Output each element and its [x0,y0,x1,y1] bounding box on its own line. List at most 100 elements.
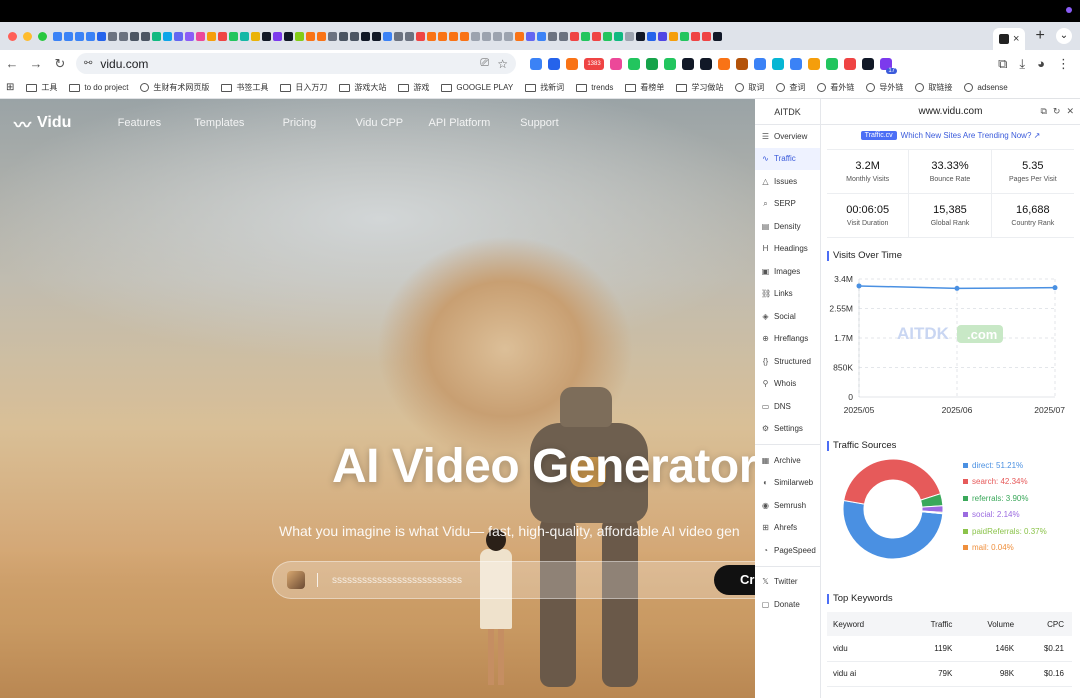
pinned-tab-favicon-icon[interactable] [339,31,348,41]
pinned-tab-favicon-icon[interactable] [460,31,469,41]
pinned-tab-favicon-icon[interactable] [251,31,260,41]
apps-grid-icon[interactable]: ⊞ [6,82,14,93]
extension-icon[interactable] [844,57,856,70]
extension-icon[interactable] [826,57,838,70]
sidebar-item-hreflangs[interactable]: ⊕ Hreflangs [755,328,820,351]
pinned-tab-favicon-icon[interactable] [691,31,700,41]
new-tab-button[interactable]: + [1035,27,1044,45]
pinned-tab-favicon-icon[interactable] [537,31,546,41]
pinned-tab-favicon-icon[interactable] [317,31,326,41]
pinned-tab-favicon-icon[interactable] [383,31,392,41]
extensions-puzzle-icon[interactable]: ⧉ [998,56,1007,72]
pinned-tab-favicon-icon[interactable] [449,31,458,41]
pinned-tab-favicon-icon[interactable] [130,31,139,41]
pinned-tab-favicon-icon[interactable] [526,31,535,41]
sidebar-item-headings[interactable]: H Headings [755,238,820,261]
bookmark-item[interactable]: 游戏 [398,82,429,93]
bookmark-item[interactable]: 学习做站 [676,82,723,93]
pinned-tab-favicon-icon[interactable] [75,31,84,41]
sidebar-item-images[interactable]: ▣ Images [755,260,820,283]
pinned-tab-favicon-icon[interactable] [196,31,205,41]
sidebar-item-structured[interactable]: {} Structured [755,350,820,373]
pinned-tab-favicon-icon[interactable] [405,31,414,41]
pinned-tab-favicon-icon[interactable] [108,31,117,41]
bookmark-item[interactable]: 导外链 [866,82,903,93]
pinned-tab-favicon-icon[interactable] [515,31,524,41]
pinned-tab-favicon-icon[interactable] [273,31,282,41]
extension-icon[interactable] [566,57,578,70]
sidebar-item-whois[interactable]: ⚲ Whois [755,373,820,396]
pinned-tab-favicon-icon[interactable] [240,31,249,41]
pinned-tab-favicon-icon[interactable] [152,31,161,41]
extension-icon[interactable] [862,57,874,70]
pinned-tab-favicon-icon[interactable] [625,31,634,41]
sidebar-item-traffic[interactable]: ∿ Traffic [755,147,820,170]
extension-icon[interactable] [808,57,820,70]
promo-banner[interactable]: Traffic.cv Which New Sites Are Trending … [821,125,1080,145]
sidebar-item-dns[interactable]: ▭ DNS [755,395,820,418]
pinned-tab-favicon-icon[interactable] [284,31,293,41]
active-tab[interactable]: × [993,28,1026,50]
pinned-tab-favicon-icon[interactable] [218,31,227,41]
sidebar-item-links[interactable]: ⛓ Links [755,283,820,306]
pinned-tab-favicon-icon[interactable] [372,31,381,41]
pinned-tab-favicon-icon[interactable] [174,31,183,41]
bookmark-item[interactable]: 工具 [26,82,57,93]
pinned-tab-favicon-icon[interactable] [592,31,601,41]
profile-avatar-icon[interactable]: ◕ [1037,56,1045,71]
pinned-tab-favicon-icon[interactable] [636,31,645,41]
site-nav-link[interactable]: Templates [179,117,259,129]
keywords-column-header[interactable]: Traffic [907,612,961,636]
tab-close-icon[interactable]: × [1013,33,1019,45]
pinned-tab-favicon-icon[interactable] [64,31,73,41]
sidebar-item-density[interactable]: ▤ Density [755,215,820,238]
pinned-tab-favicon-icon[interactable] [482,31,491,41]
pinned-tab-favicon-icon[interactable] [53,31,62,41]
bookmark-item[interactable]: 看外链 [817,82,854,93]
extension-icon[interactable] [628,57,640,70]
sidebar-item-overview[interactable]: ☰ Overview [755,125,820,148]
site-nav-link[interactable]: Support [499,117,579,129]
sidebar-item-serp[interactable]: ⌕ SERP [755,193,820,216]
keywords-column-header[interactable]: Keyword [827,612,908,636]
refresh-icon[interactable]: ↻ [1053,106,1061,117]
site-nav-link[interactable]: Pricing [259,117,339,129]
more-menu-icon[interactable]: ⋮ [1057,56,1070,72]
bookmark-item[interactable]: 日入万刀 [280,82,327,93]
sidebar-item-pagespeed[interactable]: ◔ PageSpeed [755,539,820,562]
extension-icon[interactable]: 17 [880,57,897,74]
site-nav-link[interactable]: Vidu CPP [339,117,419,129]
table-row[interactable]: vidu 119K 146K $0.21 [827,636,1072,662]
reload-button[interactable]: ↻ [48,56,72,72]
extension-icon[interactable] [548,57,560,70]
prompt-input[interactable]: ssssssssssssssssssssssssss [272,561,755,599]
copy-icon[interactable]: ⧉ [1040,106,1046,117]
pinned-tab-favicon-icon[interactable] [119,31,128,41]
create-button[interactable]: Cre [714,565,755,595]
pinned-tab-favicon-icon[interactable] [658,31,667,41]
pinned-tab-favicon-icon[interactable] [471,31,480,41]
pinned-tab-favicon-icon[interactable] [427,31,436,41]
pinned-tab-favicon-icon[interactable] [229,31,238,41]
sidebar-item-donate[interactable]: ▢ Donate [755,593,820,616]
sidebar-item-settings[interactable]: ⚙ Settings [755,418,820,441]
site-nav-link[interactable]: API Platform [419,117,499,129]
bookmark-item[interactable]: 找新词 [525,82,564,93]
extension-icon[interactable] [646,57,658,70]
extension-icon[interactable] [610,57,622,70]
close-window-button[interactable] [8,31,17,41]
pinned-tab-favicon-icon[interactable] [581,31,590,41]
sidebar-item-social[interactable]: ◈ Social [755,305,820,328]
pinned-tab-favicon-icon[interactable] [185,31,194,41]
extension-icon[interactable] [700,57,712,70]
extension-icon[interactable]: 1383 [584,57,604,70]
tab-search-chevron-icon[interactable]: ⌄ [1056,28,1072,44]
pinned-tab-favicon-icon[interactable] [713,31,722,41]
sidebar-item-similarweb[interactable]: ◐ Similarweb [755,472,820,495]
pinned-tab-favicon-icon[interactable] [295,31,304,41]
extension-icon[interactable] [754,57,766,70]
bookmark-item[interactable]: GOOGLE PLAY [441,83,513,92]
address-bar[interactable]: ⚯ vidu.com ⎚ ☆ [76,53,516,74]
bookmark-item[interactable]: 查词 [776,82,805,93]
bookmark-item[interactable]: 书签工具 [221,82,268,93]
